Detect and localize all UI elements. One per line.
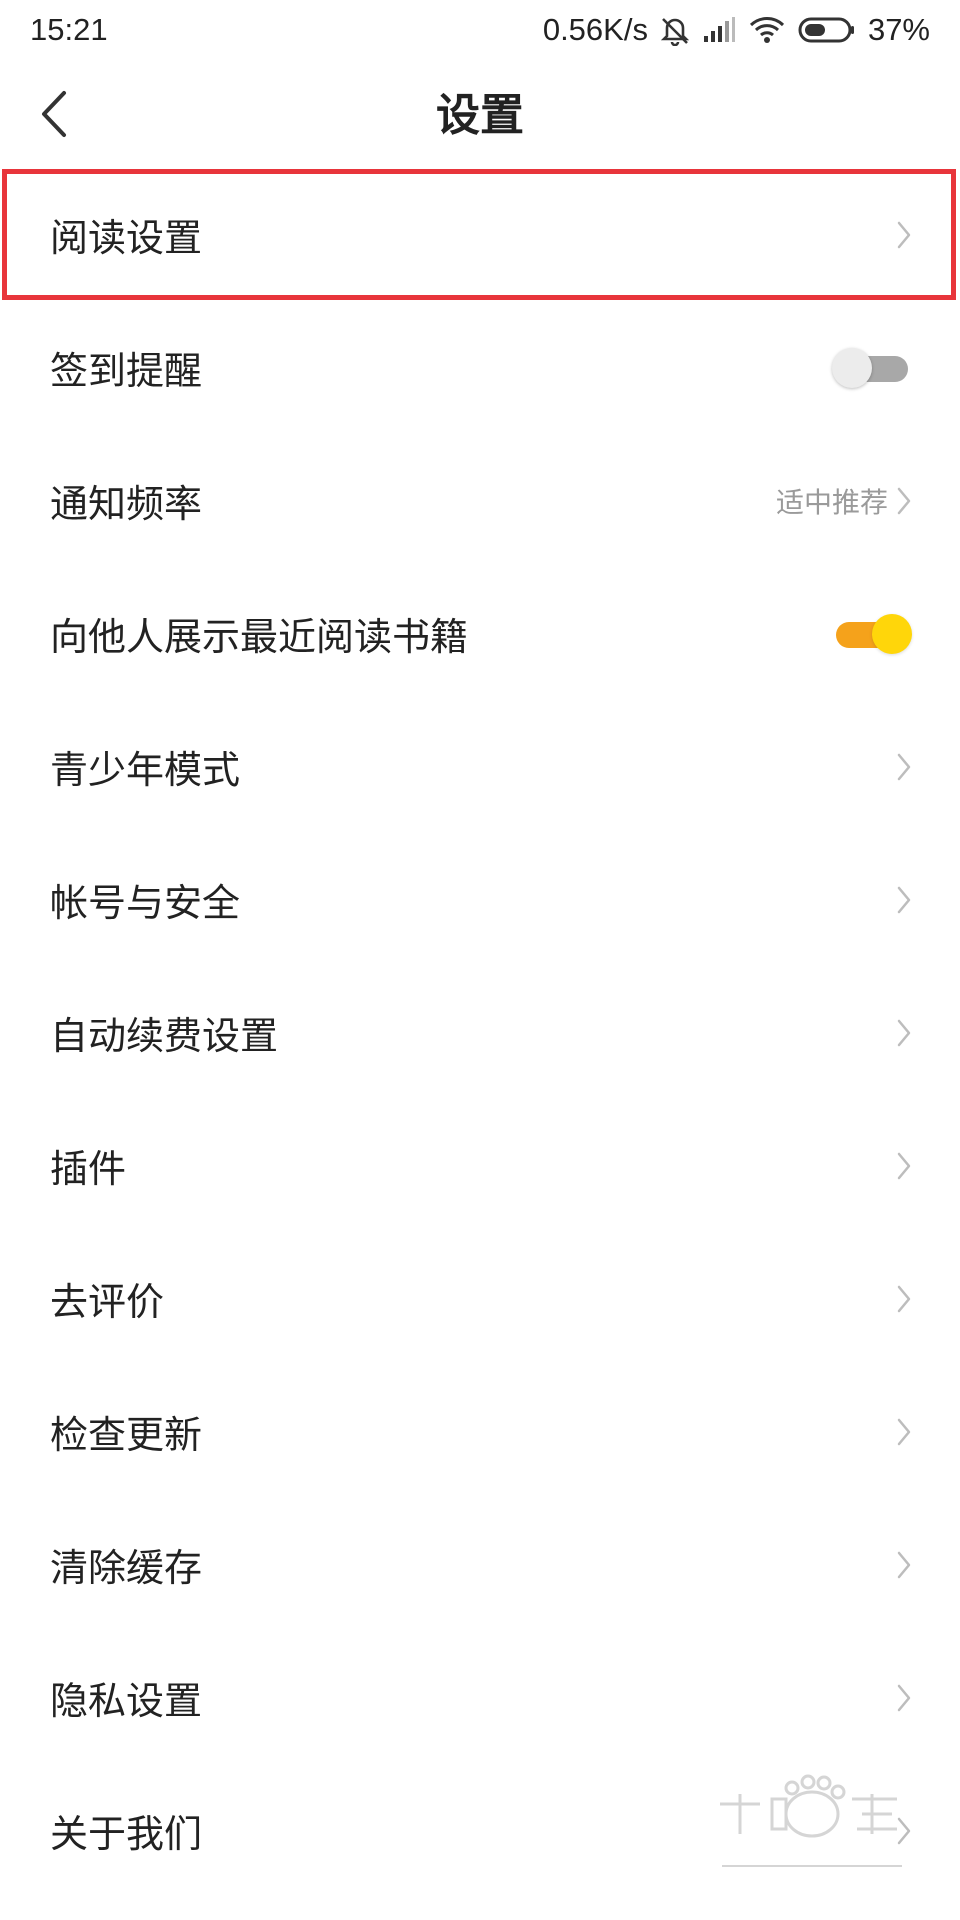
checkin-reminder-toggle[interactable] <box>832 346 912 390</box>
settings-item-reading[interactable]: 阅读设置 <box>0 168 960 301</box>
settings-item-label: 检查更新 <box>50 1413 203 1457</box>
chevron-right-icon <box>896 1816 912 1846</box>
settings-item-notification-frequency[interactable]: 通知频率 适中推荐 <box>0 434 960 567</box>
settings-item-checkin-reminder[interactable]: 签到提醒 <box>0 301 960 434</box>
page-title: 设置 <box>436 90 524 141</box>
settings-list: 阅读设置 签到提醒 通知频率 适中推荐 向他人展示最近阅读书籍 青少年模式 帐号… <box>0 168 960 1897</box>
settings-item-label: 关于我们 <box>50 1812 203 1856</box>
settings-item-show-recent-books[interactable]: 向他人展示最近阅读书籍 <box>0 567 960 700</box>
chevron-right-icon <box>896 486 912 516</box>
settings-item-privacy[interactable]: 隐私设置 <box>0 1631 960 1764</box>
settings-item-account-security[interactable]: 帐号与安全 <box>0 833 960 966</box>
chevron-right-icon <box>896 220 912 250</box>
chevron-right-icon <box>896 1284 912 1314</box>
signal-icon <box>702 16 736 44</box>
settings-item-check-update[interactable]: 检查更新 <box>0 1365 960 1498</box>
toggle-knob <box>872 613 912 654</box>
chevron-right-icon <box>896 1683 912 1713</box>
network-speed: 0.56K/s <box>542 12 648 47</box>
show-recent-books-toggle[interactable] <box>832 612 912 656</box>
settings-item-label: 帐号与安全 <box>50 881 241 925</box>
nav-bar: 设置 <box>0 60 960 172</box>
toggle-knob <box>832 347 872 388</box>
settings-item-about-us[interactable]: 关于我们 <box>0 1764 960 1897</box>
settings-item-teen-mode[interactable]: 青少年模式 <box>0 700 960 833</box>
chevron-right-icon <box>896 1151 912 1181</box>
chevron-right-icon <box>896 1018 912 1048</box>
settings-item-label: 向他人展示最近阅读书籍 <box>50 615 469 659</box>
settings-item-clear-cache[interactable]: 清除缓存 <box>0 1498 960 1631</box>
battery-percent: 37% <box>867 12 930 47</box>
settings-item-label: 阅读设置 <box>50 216 203 260</box>
settings-item-plugins[interactable]: 插件 <box>0 1099 960 1232</box>
settings-item-label: 去评价 <box>50 1280 165 1324</box>
chevron-right-icon <box>896 885 912 915</box>
settings-item-label: 隐私设置 <box>50 1679 203 1723</box>
settings-item-label: 自动续费设置 <box>50 1014 279 1058</box>
settings-item-rate-app[interactable]: 去评价 <box>0 1232 960 1365</box>
chevron-right-icon <box>896 752 912 782</box>
settings-item-label: 签到提醒 <box>50 349 203 393</box>
battery-icon <box>798 16 856 44</box>
settings-item-label: 清除缓存 <box>50 1546 203 1590</box>
settings-item-label: 插件 <box>50 1147 127 1191</box>
status-time: 15:21 <box>30 12 108 47</box>
notification-frequency-value: 适中推荐 <box>775 485 888 519</box>
mute-bell-icon <box>660 14 690 46</box>
chevron-right-icon <box>896 1550 912 1580</box>
status-bar: 15:21 0.56K/s 37% <box>0 0 960 60</box>
status-indicators: 0.56K/s 37% <box>543 12 930 48</box>
settings-item-auto-renewal[interactable]: 自动续费设置 <box>0 966 960 1099</box>
settings-item-label: 青少年模式 <box>50 748 241 792</box>
settings-item-label: 通知频率 <box>50 482 203 526</box>
chevron-right-icon <box>896 1417 912 1447</box>
wifi-icon <box>748 15 786 45</box>
